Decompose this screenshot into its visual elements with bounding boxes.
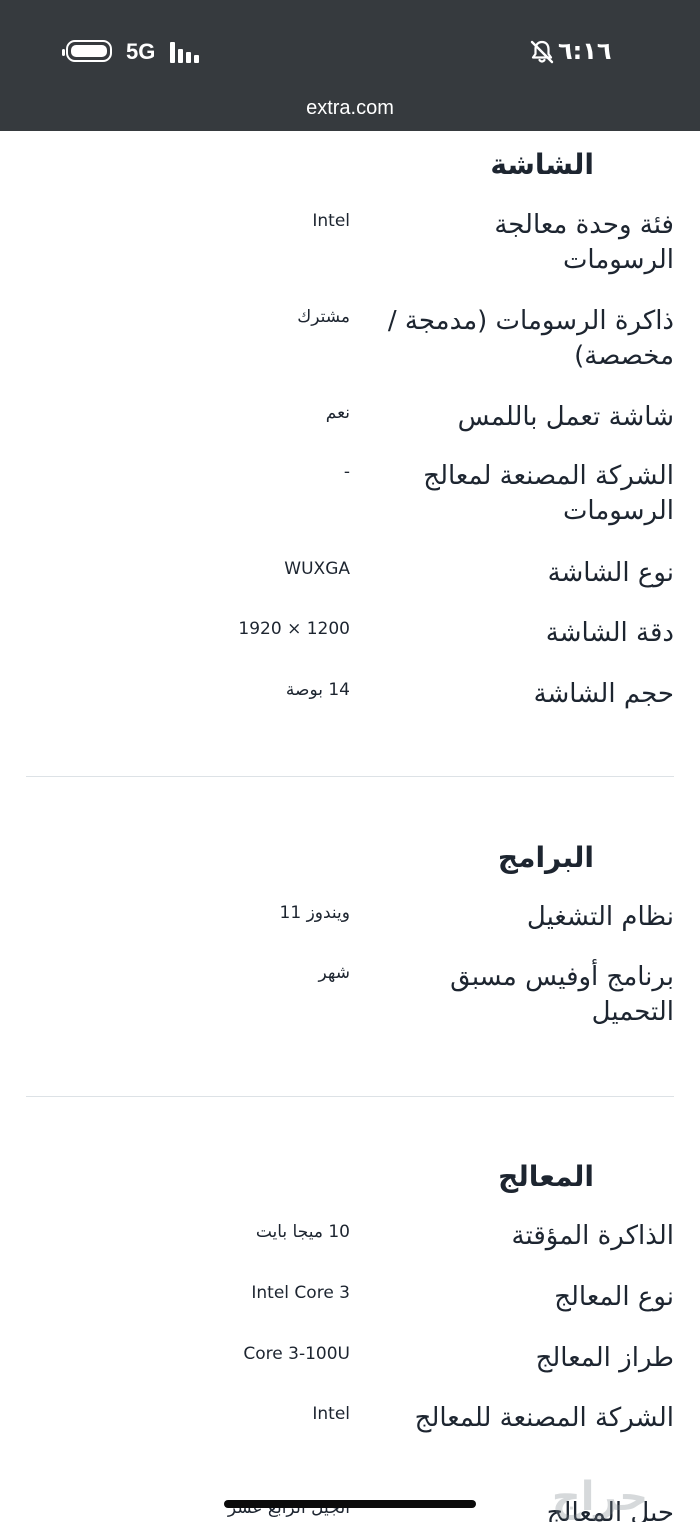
spec-value: - (343, 462, 350, 482)
spec-value: Core 3-100U (243, 1344, 350, 1364)
spec-value: Intel Core 3 (251, 1283, 350, 1303)
address-bar-url[interactable]: extra.com (0, 95, 700, 121)
spec-value: مشترك (297, 307, 350, 327)
spec-label: نوع الشاشة (547, 558, 674, 588)
spec-label: فئة وحدة معالجة الرسومات (494, 210, 674, 275)
spec-label: الذاكرة المؤقتة (511, 1221, 674, 1251)
mute-icon (530, 40, 554, 64)
spec-value: 1920 × 1200 (238, 619, 350, 639)
status-bar: 5G ٦:١٦ extra.com (0, 0, 700, 131)
spec-label: نظام التشغيل (526, 902, 674, 932)
signal-icon (168, 41, 206, 63)
spec-value: 10 ميجا بايت (255, 1222, 350, 1242)
spec-value: Intel (312, 211, 350, 231)
spec-value: الجيل الرابع عشر (227, 1498, 350, 1518)
spec-label: ذاكرة الرسومات (مدمجة / مخصصة) (387, 306, 674, 371)
spec-label: طراز المعالج (535, 1343, 674, 1373)
section-heading-software: البرامج (497, 841, 594, 874)
network-type: 5G (126, 39, 156, 64)
spec-label: نوع المعالج (554, 1282, 674, 1312)
spec-label: حجم الشاشة (533, 679, 674, 709)
spec-label: الشركة المصنعة للمعالج (414, 1403, 674, 1433)
home-indicator[interactable] (224, 1500, 476, 1508)
section-divider (26, 776, 674, 777)
spec-value: 14 بوصة (285, 680, 350, 700)
spec-value: شهر (318, 963, 350, 983)
spec-value: Intel (312, 1404, 350, 1424)
spec-label: برنامج أوفيس مسبق التحميل (450, 962, 674, 1027)
spec-content: الشاشة فئة وحدة معالجة الرسومات Intel ذا… (0, 131, 700, 1522)
spec-label: شاشة تعمل باللمس (457, 402, 674, 432)
spec-value: نعم (325, 403, 350, 423)
clock: ٦:١٦ (558, 37, 612, 65)
spec-value: ويندوز 11 (279, 903, 350, 923)
section-heading-display: الشاشة (490, 148, 594, 181)
section-heading-processor: المعالج (498, 1160, 594, 1193)
spec-label: دقة الشاشة (545, 618, 674, 648)
battery-icon (62, 40, 112, 62)
spec-value: WUXGA (284, 559, 350, 579)
section-divider (26, 1096, 674, 1097)
spec-label: الشركة المصنعة لمعالج الرسومات (423, 461, 674, 526)
